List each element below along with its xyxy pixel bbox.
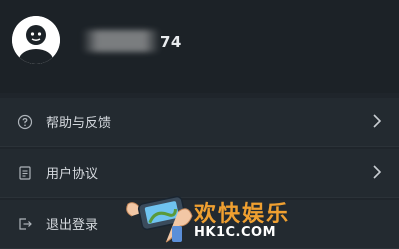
watermark-subtitle: HK1C.COM <box>194 225 277 240</box>
face-icon <box>12 16 60 64</box>
avatar[interactable] <box>12 16 60 64</box>
document-icon <box>19 166 31 180</box>
username-blur-mask <box>82 30 160 52</box>
logout-icon <box>19 218 32 230</box>
menu-item-help-feedback[interactable]: 帮助与反馈 <box>0 98 399 147</box>
chevron-right-icon <box>373 114 382 128</box>
chevron-right-icon <box>373 165 382 179</box>
profile-header: 74 <box>0 0 399 93</box>
help-circle-icon <box>17 114 33 130</box>
menu-item-label: 退出登录 <box>46 218 99 233</box>
username-visible-digits: 74 <box>160 33 182 51</box>
menu-item-label: 帮助与反馈 <box>46 116 112 131</box>
menu-item-label: 用户协议 <box>46 167 99 182</box>
watermark-title: 欢快娱乐 <box>194 202 291 227</box>
